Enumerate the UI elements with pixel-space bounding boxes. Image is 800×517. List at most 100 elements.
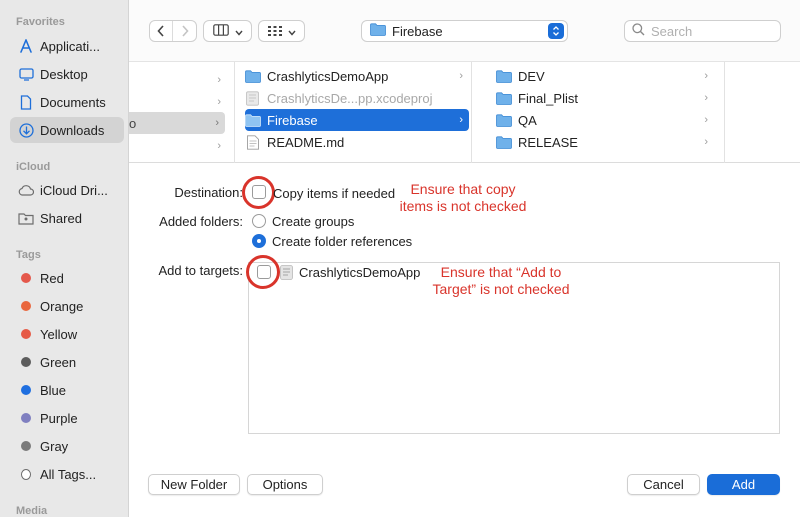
item-label: QA bbox=[518, 112, 537, 128]
green-tag-dot-icon bbox=[21, 357, 31, 367]
sidebar-item-label: Blue bbox=[40, 382, 67, 398]
list-item-readme[interactable]: README.md bbox=[245, 131, 469, 153]
new-folder-button[interactable]: New Folder bbox=[148, 474, 240, 495]
sidebar-item-icloud-drive[interactable]: iCloud Dri... bbox=[10, 177, 124, 203]
list-item-dev[interactable]: DEV › bbox=[496, 65, 714, 87]
sidebar-item-label: Applicati... bbox=[40, 38, 100, 54]
chevron-down-icon bbox=[287, 24, 296, 39]
search-input[interactable] bbox=[651, 23, 771, 39]
location-label: Firebase bbox=[392, 23, 443, 39]
truncated-item-suffix: o bbox=[129, 115, 137, 131]
xcode-project-icon bbox=[246, 90, 259, 106]
add-button[interactable]: Add bbox=[707, 474, 780, 495]
sidebar-item-desktop[interactable]: Desktop bbox=[10, 61, 124, 87]
create-groups-radio[interactable] bbox=[252, 214, 266, 228]
annotation-line: Target” is not checked bbox=[432, 281, 570, 297]
search-field[interactable] bbox=[624, 20, 781, 42]
sidebar-item-shared[interactable]: Shared bbox=[10, 205, 124, 231]
sidebar-tag-red[interactable]: Red bbox=[10, 265, 124, 291]
annotation-line: Ensure that copy bbox=[410, 181, 516, 197]
chevron-left-icon[interactable] bbox=[150, 21, 174, 41]
chevron-right-icon: › bbox=[704, 70, 708, 82]
app-target-icon bbox=[280, 265, 293, 283]
folder-icon bbox=[370, 23, 386, 39]
sidebar-tag-purple[interactable]: Purple bbox=[10, 405, 124, 431]
item-label: CrashlyticsDe...pp.xcodeproj bbox=[267, 90, 433, 106]
sidebar-item-label: Red bbox=[40, 270, 64, 286]
item-label: RELEASE bbox=[518, 134, 578, 150]
sidebar-tag-gray[interactable]: Gray bbox=[10, 433, 124, 459]
list-item[interactable]: › bbox=[129, 91, 227, 113]
sidebar-tag-all-tags[interactable]: All Tags... bbox=[10, 461, 124, 487]
sidebar-tag-yellow[interactable]: Yellow bbox=[10, 321, 124, 347]
list-item-final-plist[interactable]: Final_Plist › bbox=[496, 87, 714, 109]
view-columns-button[interactable] bbox=[203, 20, 252, 42]
create-folder-references-label: Create folder references bbox=[272, 234, 413, 249]
sidebar-item-label: Gray bbox=[40, 438, 69, 454]
folder-icon bbox=[496, 91, 512, 105]
target-name: CrashlyticsDemoApp bbox=[299, 265, 421, 280]
chevron-right-icon: › bbox=[704, 92, 708, 104]
list-item[interactable]: › bbox=[129, 69, 227, 91]
item-label: DEV bbox=[518, 68, 545, 84]
chevron-right-icon: › bbox=[704, 136, 708, 148]
chevron-right-icon: › bbox=[459, 114, 463, 126]
list-item-firebase[interactable]: Firebase › bbox=[245, 109, 469, 131]
gray-tag-dot-icon bbox=[21, 441, 31, 451]
sidebar-item-label: Downloads bbox=[40, 122, 105, 138]
sidebar-item-label: iCloud Dri... bbox=[40, 182, 108, 198]
create-folder-references-radio[interactable] bbox=[252, 234, 266, 248]
sidebar-tag-orange[interactable]: Orange bbox=[10, 293, 124, 319]
grid-view-icon bbox=[267, 24, 282, 39]
list-item[interactable]: › bbox=[129, 135, 227, 157]
sidebar-item-label: Green bbox=[40, 354, 77, 370]
sidebar-item-label: Purple bbox=[40, 410, 78, 426]
sidebar-item-label: Yellow bbox=[40, 326, 78, 342]
sidebar-item-label: Orange bbox=[40, 298, 84, 314]
add-to-targets-label: Add to targets: bbox=[158, 263, 243, 278]
item-label: CrashlyticsDemoApp bbox=[267, 68, 389, 84]
chevron-right-icon[interactable] bbox=[173, 21, 196, 41]
copy-items-annotation: Ensure that copy items is not checked bbox=[399, 181, 527, 215]
sidebar-item-label: All Tags... bbox=[40, 466, 97, 482]
chevron-right-icon: › bbox=[215, 117, 219, 129]
view-grid-button[interactable] bbox=[258, 20, 305, 42]
list-item-xcodeproj[interactable]: CrashlyticsDe...pp.xcodeproj bbox=[245, 87, 469, 109]
sidebar-item-applications[interactable]: Applicati... bbox=[10, 33, 124, 59]
columns-view-icon bbox=[212, 23, 229, 39]
sidebar-tag-blue[interactable]: Blue bbox=[10, 377, 124, 403]
annotation-line: items is not checked bbox=[399, 198, 527, 214]
create-groups-label: Create groups bbox=[272, 214, 355, 229]
item-label: Firebase bbox=[267, 112, 318, 128]
cancel-button[interactable]: Cancel bbox=[627, 474, 700, 495]
list-item-qa[interactable]: QA › bbox=[496, 109, 714, 131]
chevron-right-icon: › bbox=[217, 96, 221, 108]
column-1: › › o › › bbox=[129, 62, 235, 163]
chevron-right-icon: › bbox=[459, 70, 463, 82]
annotation-line: Ensure that “Add to bbox=[440, 264, 562, 280]
yellow-tag-dot-icon bbox=[21, 329, 31, 339]
column-browser: › › o › › CrashlyticsDemoApp › Crashlytic… bbox=[129, 62, 800, 163]
list-item-release[interactable]: RELEASE › bbox=[496, 131, 714, 153]
shared-folder-icon bbox=[18, 210, 34, 226]
list-item-crashlyticsdemoapp[interactable]: CrashlyticsDemoApp › bbox=[245, 65, 469, 87]
column-2: CrashlyticsDemoApp › CrashlyticsDe...pp.… bbox=[235, 62, 472, 163]
media-heading: Media bbox=[16, 505, 48, 517]
sidebar: Favorites Applicati... Desktop Documents… bbox=[0, 0, 129, 517]
options-button[interactable]: Options bbox=[247, 474, 323, 495]
cloud-icon bbox=[18, 182, 34, 198]
sidebar-item-downloads[interactable]: Downloads bbox=[10, 117, 124, 143]
folder-icon bbox=[496, 135, 512, 149]
sidebar-tag-green[interactable]: Green bbox=[10, 349, 124, 375]
sidebar-item-documents[interactable]: Documents bbox=[10, 89, 124, 115]
folder-icon bbox=[245, 69, 261, 83]
list-item-selected[interactable]: o › bbox=[129, 112, 225, 134]
copy-items-label: Copy items if needed bbox=[273, 186, 396, 201]
icloud-heading: iCloud bbox=[16, 161, 51, 173]
added-folders-label: Added folders: bbox=[159, 214, 243, 229]
tags-heading: Tags bbox=[16, 249, 41, 261]
location-popup[interactable]: Firebase bbox=[361, 20, 568, 42]
applications-icon bbox=[18, 38, 34, 54]
column-3: DEV › Final_Plist › QA › RELEASE › bbox=[472, 62, 725, 163]
favorites-heading: Favorites bbox=[16, 16, 65, 28]
